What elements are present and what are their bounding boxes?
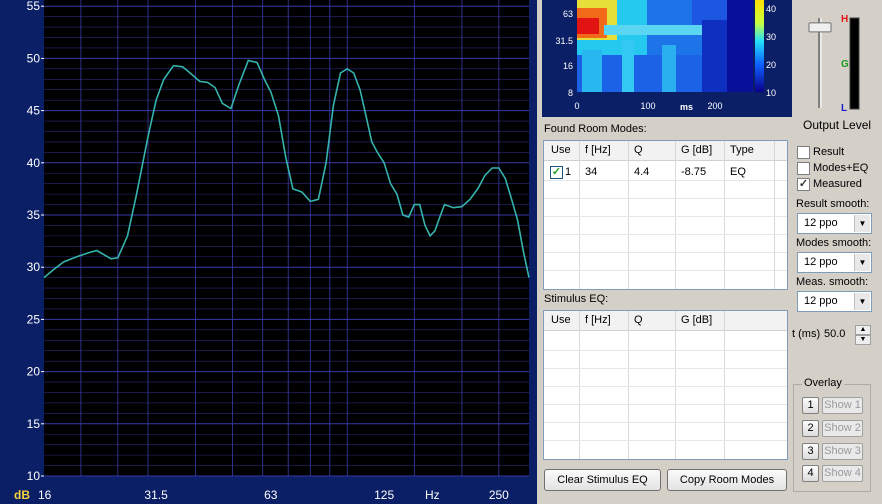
column-header-type[interactable]: Type <box>730 144 754 156</box>
modes-smooth-select[interactable]: 12 ppo ▼ <box>797 252 872 273</box>
room-modes-table[interactable]: Use f [Hz] Q G [dB] Type ✓ 1 34 4.4 -8.7… <box>543 140 788 290</box>
show-3-button[interactable]: Show 3 <box>822 443 863 460</box>
x-tick-label: 250 <box>489 488 509 502</box>
colorbar-tick: 30 <box>766 32 776 42</box>
y-tick-label: 35 <box>27 208 41 222</box>
column-header-freq[interactable]: f [Hz] <box>585 144 611 156</box>
result-smooth-select[interactable]: 12 ppo ▼ <box>797 213 872 234</box>
spectrogram-image <box>577 0 753 92</box>
meas-smooth-label: Meas. smooth: <box>796 276 869 288</box>
room-modes-header: Use f [Hz] Q G [dB] Type <box>544 141 787 161</box>
spectrogram-y-tick: 16 <box>563 61 573 71</box>
x-tick-label: 31.5 <box>144 488 168 502</box>
column-header-gain[interactable]: G [dB] <box>681 144 712 156</box>
x-tick-label: 125 <box>374 488 394 502</box>
copy-room-modes-button[interactable]: Copy Room Modes <box>667 469 787 491</box>
y-tick-label: 55 <box>27 0 41 13</box>
measured-checkbox[interactable]: ✓ <box>797 178 810 191</box>
result-smooth-label: Result smooth: <box>796 198 870 210</box>
mode-index: 1 <box>565 166 572 178</box>
modes-smooth-value: 12 ppo <box>804 256 838 268</box>
overlay-2-button[interactable]: 2 <box>802 420 819 437</box>
meas-smooth-select[interactable]: 12 ppo ▼ <box>797 291 872 312</box>
result-checkbox[interactable] <box>797 146 810 159</box>
y-tick-label: 30 <box>27 260 41 274</box>
measured-label: Measured <box>813 178 862 190</box>
chevron-down-icon[interactable]: ▼ <box>855 335 871 345</box>
spectrogram-y-tick: 31.5 <box>555 36 573 46</box>
level-mark-good: G <box>841 59 849 70</box>
mode-freq: 34 <box>585 166 598 178</box>
result-label: Result <box>813 146 845 158</box>
t-ms-value[interactable]: 50.0 <box>824 328 845 340</box>
clear-stimulus-eq-button[interactable]: Clear Stimulus EQ <box>544 469 661 491</box>
y-tick-label: 50 <box>27 51 41 65</box>
level-mark-low: L <box>841 103 847 114</box>
overlay-4-button[interactable]: 4 <box>802 465 819 482</box>
column-header-use[interactable]: Use <box>551 144 571 156</box>
y-tick-label: 10 <box>27 469 41 483</box>
colorbar-tick: 40 <box>766 4 776 14</box>
show-2-button[interactable]: Show 2 <box>822 420 863 437</box>
colorbar <box>755 0 764 92</box>
column-header-q[interactable]: Q <box>634 314 643 326</box>
overlay-title: Overlay <box>802 377 844 389</box>
t-ms-label: t (ms) <box>792 328 821 340</box>
x-tick-label: 16 <box>38 488 52 502</box>
x-axis-unit: Hz <box>425 488 440 502</box>
y-tick-label: 20 <box>27 365 41 379</box>
x-tick-label: 63 <box>264 488 278 502</box>
y-tick-label: 25 <box>27 312 41 326</box>
overlay-3-button[interactable]: 3 <box>802 443 819 460</box>
chevron-down-icon[interactable]: ▼ <box>854 254 870 271</box>
meas-smooth-value: 12 ppo <box>804 295 838 307</box>
modes-smooth-label: Modes smooth: <box>796 237 872 249</box>
mode-type: EQ <box>730 166 746 178</box>
spectrogram-panel: 63 31.5 16 80 100 200 ms 40 30 20 10 <box>542 0 792 117</box>
spectrogram-y-tick: 63 <box>563 9 573 19</box>
plot-area <box>44 0 529 476</box>
stimulus-eq-table[interactable]: Use f [Hz] Q G [dB] <box>543 310 788 460</box>
output-level-meter: H G L <box>808 14 860 114</box>
column-header-gain[interactable]: G [dB] <box>681 314 712 326</box>
mode-q: 4.4 <box>634 166 650 178</box>
show-4-button[interactable]: Show 4 <box>822 465 863 482</box>
t-ms-stepper[interactable]: 50.0 ▲ ▼ <box>820 325 872 345</box>
modes-eq-label: Modes+EQ <box>813 162 869 174</box>
spectrogram-y-tick: 8 <box>568 88 573 98</box>
chevron-up-icon[interactable]: ▲ <box>855 325 871 335</box>
spectrogram-x-unit: ms <box>680 102 693 112</box>
colorbar-tick: 20 <box>766 60 776 70</box>
y-axis-unit: dB <box>14 488 30 502</box>
frequency-response-panel: 10 15 20 25 30 35 40 45 50 55 16 31.5 63 125 250 Hz dB <box>0 0 537 504</box>
column-header-freq[interactable]: f [Hz] <box>585 314 611 326</box>
overlay-1-button[interactable]: 1 <box>802 397 819 414</box>
y-tick-label: 45 <box>27 104 41 118</box>
frequency-response-chart: 10 15 20 25 30 35 40 45 50 55 16 31.5 63 125 250 Hz dB <box>14 0 530 502</box>
y-tick-label: 15 <box>27 417 41 431</box>
chevron-down-icon[interactable]: ▼ <box>854 215 870 232</box>
spectrogram-x-tick: 200 <box>707 101 722 111</box>
room-modes-title: Found Room Modes: <box>544 123 647 135</box>
chevron-down-icon[interactable]: ▼ <box>854 293 870 310</box>
modes-eq-checkbox[interactable] <box>797 162 810 175</box>
stimulus-eq-title: Stimulus EQ: <box>544 293 609 305</box>
mode-use-checkbox[interactable]: ✓ <box>550 166 563 179</box>
colorbar-tick: 10 <box>766 88 776 98</box>
output-level-slider[interactable] <box>808 22 832 33</box>
spectrogram-x-tick: 100 <box>640 101 655 111</box>
output-level-label: Output Level <box>803 118 872 132</box>
spectrogram-x-tick: 0 <box>574 101 579 111</box>
y-tick-label: 40 <box>27 156 41 170</box>
show-1-button[interactable]: Show 1 <box>822 397 863 414</box>
level-bar <box>849 17 860 110</box>
mode-gain: -8.75 <box>681 166 707 178</box>
column-header-use[interactable]: Use <box>551 314 571 326</box>
result-smooth-value: 12 ppo <box>804 217 838 229</box>
level-mark-high: H <box>841 14 848 25</box>
stimulus-eq-header: Use f [Hz] Q G [dB] <box>544 311 787 331</box>
column-header-q[interactable]: Q <box>634 144 643 156</box>
